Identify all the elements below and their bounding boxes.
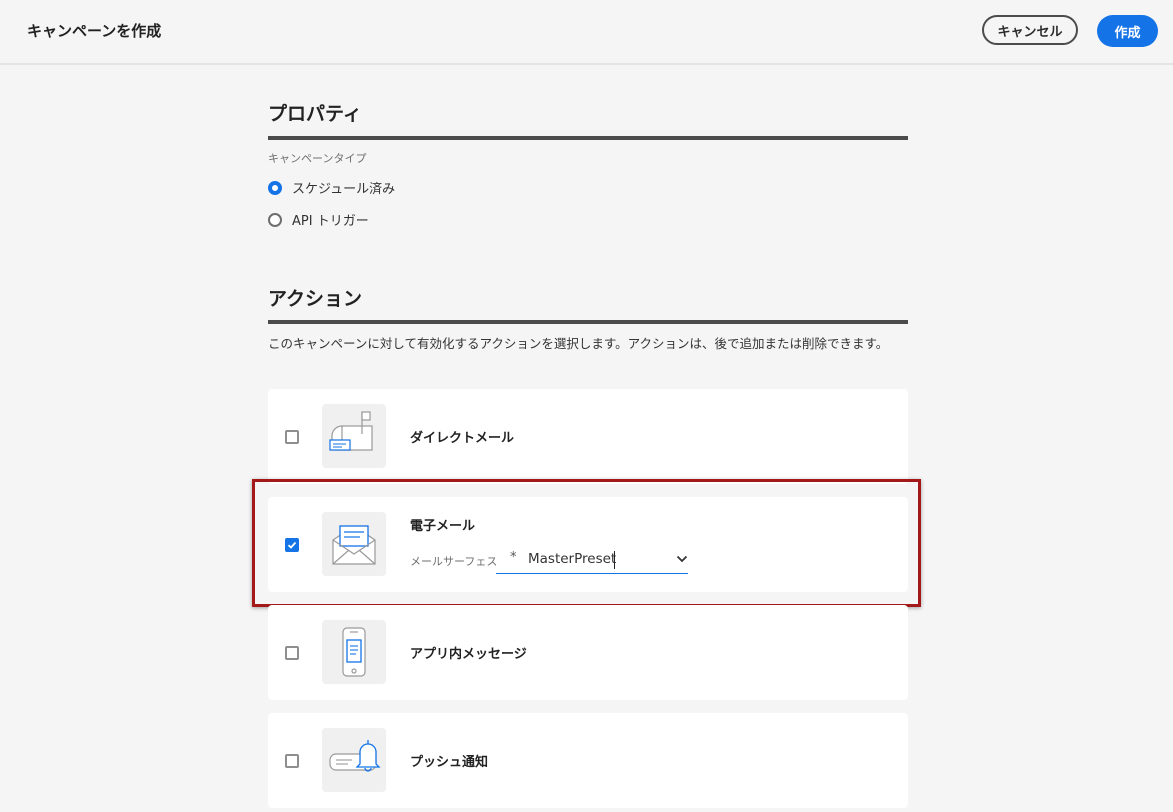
in-app-message-label: アプリ内メッセージ <box>410 647 527 662</box>
direct-mail-checkbox[interactable] <box>285 430 299 444</box>
actions-divider <box>268 320 908 324</box>
properties-divider <box>268 136 908 140</box>
action-card-direct-mail[interactable]: ダイレクトメール <box>268 389 908 484</box>
campaign-type-label: キャンペーンタイプ <box>268 152 367 165</box>
push-notification-label: プッシュ通知 <box>410 755 489 770</box>
radio-label-scheduled: スケジュール済み <box>292 182 396 197</box>
properties-heading: プロパティ <box>268 103 362 125</box>
direct-mail-label: ダイレクトメール <box>410 431 515 446</box>
action-card-in-app-message[interactable]: アプリ内メッセージ <box>268 605 908 700</box>
radio-button-selected[interactable] <box>268 180 282 195</box>
bell-icon <box>322 728 386 792</box>
mailbox-icon <box>322 404 386 468</box>
push-notification-checkbox[interactable] <box>285 754 299 768</box>
cancel-button[interactable]: キャンセル <box>982 15 1078 45</box>
radio-label-api-trigger: API トリガー <box>292 214 369 229</box>
radio-button[interactable] <box>268 212 282 227</box>
create-button[interactable]: 作成 <box>1097 15 1158 47</box>
radio-api-trigger[interactable]: API トリガー <box>268 210 369 229</box>
phone-message-icon <box>322 620 386 684</box>
top-bar: キャンペーンを作成 キャンセル 作成 <box>0 0 1173 65</box>
action-card-push-notification[interactable]: プッシュ通知 <box>268 713 908 808</box>
page-title: キャンペーンを作成 <box>27 22 162 40</box>
in-app-message-checkbox[interactable] <box>285 646 299 660</box>
actions-description: このキャンペーンに対して有効化するアクションを選択します。アクションは、後で追加… <box>268 336 889 351</box>
actions-heading: アクション <box>268 288 363 310</box>
radio-scheduled[interactable]: スケジュール済み <box>268 178 395 197</box>
highlight-frame <box>252 479 921 607</box>
